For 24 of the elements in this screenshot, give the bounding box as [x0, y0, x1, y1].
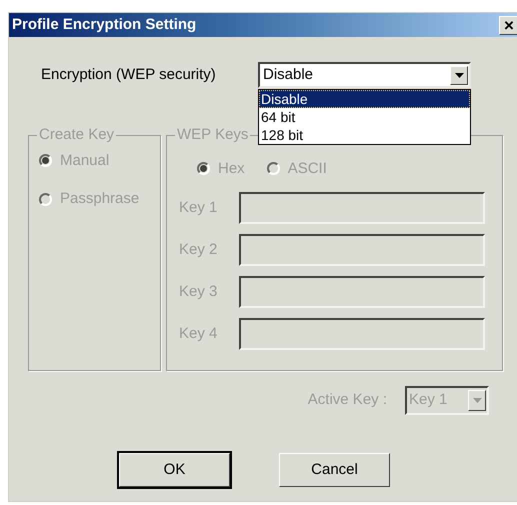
key-label: Key 3: [179, 282, 218, 302]
dropdown-option[interactable]: 64 bit: [259, 108, 470, 126]
group-title: Create Key: [38, 125, 116, 145]
encryption-label: Encryption (WEP security): [41, 64, 217, 85]
caret-icon: [454, 72, 464, 78]
key-label: Key 1: [179, 198, 218, 218]
radio-label: ASCII: [288, 158, 327, 178]
dialog-button[interactable]: OK: [119, 453, 230, 487]
active-key-label: Active Key :: [308, 390, 387, 410]
close-button[interactable]: ×: [499, 16, 517, 34]
dialog-button[interactable]: Cancel: [279, 453, 390, 487]
key-label: Key 4: [179, 324, 218, 344]
dropdown-arrow-button[interactable]: [450, 66, 468, 84]
radio-label: Manual: [60, 150, 110, 170]
dropdown-value: Disable: [263, 64, 314, 85]
radio-label: Hex: [218, 158, 245, 178]
dropdown-value: Key 1: [409, 390, 448, 410]
window-title: Profile Encryption Setting: [12, 14, 196, 35]
caret-icon: [472, 398, 482, 403]
group-title: WEP Keys: [176, 125, 250, 145]
radio-label: Passphrase: [60, 189, 140, 209]
dropdown-option[interactable]: Disable: [259, 90, 470, 108]
key-label: Key 2: [179, 240, 218, 260]
dropdown-option[interactable]: 128 bit: [259, 126, 470, 144]
